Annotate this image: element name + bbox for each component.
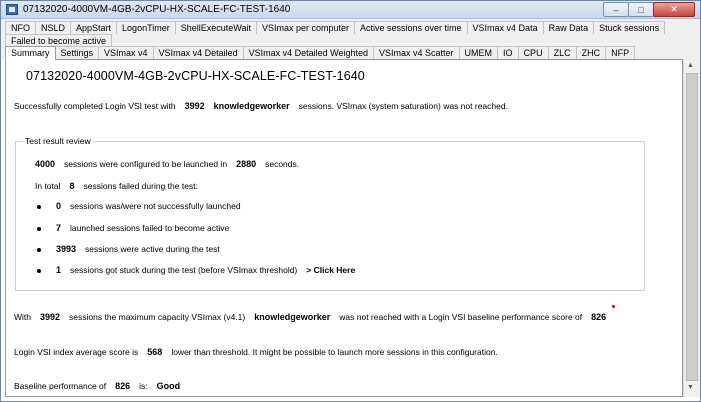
list-item: 0 sessions was/were not successfully laun… bbox=[56, 201, 241, 211]
completion-status-text: sessions. VSImax (system saturation) was… bbox=[298, 101, 508, 111]
tab-active-sessions-over-time[interactable]: Active sessions over time bbox=[354, 21, 468, 34]
summary-panel: 07132020-4000VM-4GB-2vCPU-HX-SCALE-FC-TE… bbox=[5, 59, 683, 397]
maximize-button[interactable]: □ bbox=[628, 2, 654, 17]
group-title: Test result review bbox=[23, 136, 93, 146]
active-sessions-text: sessions were active during the test bbox=[85, 244, 220, 254]
baseline-score-value: 826 bbox=[591, 312, 607, 322]
index-post-text: lower than threshold. It might be possib… bbox=[171, 347, 498, 357]
scroll-up-icon[interactable]: ▲ bbox=[687, 62, 694, 69]
tab-zlc[interactable]: ZLC bbox=[547, 46, 577, 59]
tab-vsimax-v4-scatter[interactable]: VSImax v4 Scatter bbox=[373, 46, 460, 59]
tab-row-1: NFO NSLD AppStart LogonTimer ShellExecut… bbox=[5, 21, 666, 34]
list-item: 3993 sessions were active during the test bbox=[56, 244, 220, 254]
baseline-rating: Good bbox=[156, 381, 181, 391]
bullet-icon bbox=[37, 205, 41, 209]
capacity-workload-name: knowledgeworker bbox=[254, 312, 331, 322]
configured-sessions-value: 4000 bbox=[35, 159, 56, 169]
baseline-pre-text: Baseline performance of bbox=[14, 381, 107, 391]
failed-pre-text: In total bbox=[35, 181, 61, 191]
capacity-status-text: was not reached with a Login VSI baselin… bbox=[339, 312, 583, 322]
tab-vsimax-v4[interactable]: VSImax v4 bbox=[98, 46, 154, 59]
tab-stuck-sessions[interactable]: Stuck sessions bbox=[593, 21, 666, 34]
failed-active-text: launched sessions failed to become activ… bbox=[70, 223, 230, 233]
failed-line: In total 8 sessions failed during the test… bbox=[35, 181, 198, 191]
tab-cpu[interactable]: CPU bbox=[517, 46, 549, 59]
list-item: 7 launched sessions failed to become acti… bbox=[56, 223, 229, 233]
capacity-pre-text: With bbox=[14, 312, 31, 322]
tab-nfo[interactable]: NFO bbox=[5, 21, 36, 34]
tab-umem[interactable]: UMEM bbox=[458, 46, 499, 59]
bullet-icon bbox=[37, 269, 41, 273]
index-score-value: 568 bbox=[147, 347, 163, 357]
test-result-review-group: Test result review 4000 sessions were con… bbox=[15, 136, 645, 291]
capacity-line: With 3992 sessions the maximum capacity VS… bbox=[14, 312, 606, 322]
index-pre-text: Login VSI index average score is bbox=[14, 347, 139, 357]
tab-settings[interactable]: Settings bbox=[54, 46, 100, 59]
tab-raw-data[interactable]: Raw Data bbox=[542, 21, 595, 34]
app-window: 07132020-4000VM-4GB-2vCPU-HX-SCALE-FC-TE… bbox=[0, 0, 701, 402]
click-here-link[interactable]: > Click Here bbox=[306, 265, 355, 275]
tab-zhc[interactable]: ZHC bbox=[575, 46, 607, 59]
failed-sessions-value: 8 bbox=[69, 181, 75, 191]
page-title: 07132020-4000VM-4GB-2vCPU-HX-SCALE-FC-TE… bbox=[26, 69, 365, 83]
window-controls: – □ ✕ bbox=[603, 2, 695, 17]
completion-text: Successfully completed Login VSI test wi… bbox=[14, 101, 176, 111]
completion-line: Successfully completed Login VSI test wi… bbox=[14, 101, 508, 111]
marker-dot bbox=[612, 305, 615, 308]
scroll-down-icon[interactable]: ▼ bbox=[687, 384, 694, 391]
title-bar: 07132020-4000VM-4GB-2vCPU-HX-SCALE-FC-TE… bbox=[1, 1, 700, 19]
tab-summary[interactable]: Summary bbox=[5, 46, 56, 60]
stuck-sessions-value: 1 bbox=[56, 265, 62, 275]
not-launched-text: sessions was/were not successfully launc… bbox=[70, 201, 241, 211]
failed-active-value: 7 bbox=[56, 223, 62, 233]
failed-post-text: sessions failed during the test: bbox=[83, 181, 198, 191]
tab-appstart[interactable]: AppStart bbox=[70, 21, 118, 34]
capacity-text: sessions the maximum capacity VSImax (v4… bbox=[69, 312, 246, 322]
index-line: Login VSI index average score is 568 lower… bbox=[14, 347, 498, 357]
scroll-thumb[interactable] bbox=[686, 73, 698, 381]
tab-strip: NFO NSLD AppStart LogonTimer ShellExecut… bbox=[1, 19, 700, 60]
tab-io[interactable]: IO bbox=[497, 46, 519, 59]
close-button[interactable]: ✕ bbox=[653, 2, 695, 17]
list-item: 1 sessions got stuck during the test (bef… bbox=[56, 265, 355, 275]
baseline-line: Baseline performance of 826 is: Good bbox=[14, 381, 180, 391]
tab-vsimax-v4-data[interactable]: VSImax v4 Data bbox=[466, 21, 544, 34]
configured-text: sessions were configured to be launched … bbox=[64, 159, 228, 169]
tab-shellexecutewait[interactable]: ShellExecuteWait bbox=[174, 21, 257, 34]
active-sessions-value: 3993 bbox=[56, 244, 77, 254]
tab-vsimax-per-computer[interactable]: VSImax per computer bbox=[255, 21, 355, 34]
bullet-icon bbox=[37, 227, 41, 231]
not-launched-value: 0 bbox=[56, 201, 62, 211]
baseline-value: 826 bbox=[115, 381, 131, 391]
configured-line: 4000 sessions were configured to be launc… bbox=[35, 159, 299, 169]
stuck-sessions-text: sessions got stuck during the test (befo… bbox=[70, 265, 298, 275]
bullet-icon bbox=[37, 248, 41, 252]
seconds-label: seconds. bbox=[265, 159, 300, 169]
minimize-button[interactable]: – bbox=[603, 2, 629, 17]
tab-logontimer[interactable]: LogonTimer bbox=[116, 21, 176, 34]
workload-name: knowledgeworker bbox=[213, 101, 290, 111]
completed-sessions-value: 3992 bbox=[184, 101, 205, 111]
tab-nsld[interactable]: NSLD bbox=[35, 21, 72, 34]
window-title: 07132020-4000VM-4GB-2vCPU-HX-SCALE-FC-TE… bbox=[23, 4, 291, 15]
tab-row-3: Summary Settings VSImax v4 VSImax v4 Det… bbox=[5, 46, 636, 60]
vertical-scrollbar[interactable]: ▲ ▼ bbox=[683, 59, 700, 397]
baseline-mid-text: is: bbox=[139, 381, 148, 391]
tab-vsimax-v4-detailed-weighted[interactable]: VSImax v4 Detailed Weighted bbox=[242, 46, 375, 59]
app-icon bbox=[6, 4, 18, 15]
tab-vsimax-v4-detailed[interactable]: VSImax v4 Detailed bbox=[152, 46, 244, 59]
capacity-sessions-value: 3992 bbox=[40, 312, 61, 322]
launch-seconds-value: 2880 bbox=[236, 159, 257, 169]
tab-nfp[interactable]: NFP bbox=[605, 46, 636, 59]
